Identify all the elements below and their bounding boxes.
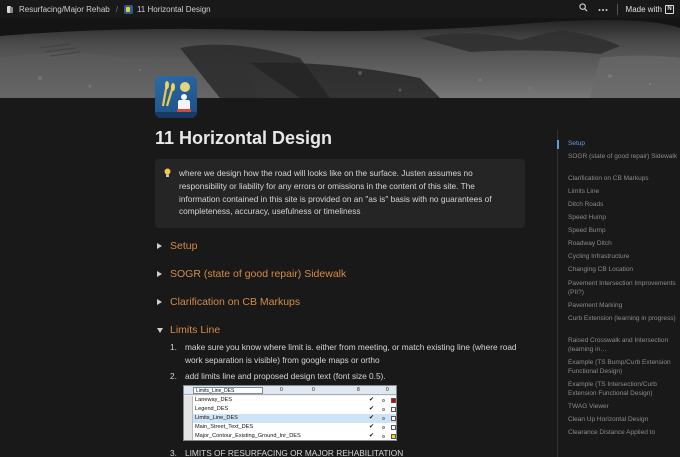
topbar-actions: Made with N xyxy=(571,3,680,15)
layer-row: Main_Street_Text_DES ✔ xyxy=(193,423,396,432)
page-title: 11 Horizontal Design xyxy=(155,128,333,148)
layer-row: Laneway_DES ✔ xyxy=(193,396,396,405)
sun-icon xyxy=(382,435,385,438)
sun-icon xyxy=(382,417,385,420)
toc-item-limits-line[interactable]: Limits Line xyxy=(568,188,678,197)
screenshot-sidebar xyxy=(184,396,193,440)
check-icon: ✔ xyxy=(369,406,375,412)
toc-item-twag-viewer[interactable]: TWAG Viewer xyxy=(568,403,678,412)
toolbar-value: 0 xyxy=(312,387,315,393)
toc-item-changing-cb[interactable]: Changing CB Location xyxy=(568,266,678,275)
toggle-label: SOGR (state of good repair) Sidewalk xyxy=(170,268,347,280)
toggle-label: Limits Line xyxy=(170,324,221,336)
toc-item-cb-markups[interactable]: Clarification on CB Markups xyxy=(568,175,678,184)
toolbar-value: 0 xyxy=(386,387,389,393)
layer-combo: Limits_Line_DES xyxy=(193,387,263,394)
toc-item-pavement-marking[interactable]: Pavement Marking xyxy=(568,302,678,311)
workspace-icon xyxy=(7,5,13,13)
search-icon[interactable] xyxy=(578,3,590,15)
page-icon[interactable] xyxy=(155,76,197,118)
check-icon: ✔ xyxy=(369,424,375,430)
layer-row: Legend_DES ✔ xyxy=(193,405,396,414)
list-text: add limits line and proposed design text… xyxy=(185,371,386,381)
toc-item-sogr-sidewalk[interactable]: SOGR (state of good repair) Sidewalk xyxy=(568,153,678,162)
list-item: 3. LIMITS OF RESURFACING OR MAJOR REHABI… xyxy=(170,447,530,457)
toggle-label: Setup xyxy=(170,240,198,252)
toggle-sogr-sidewalk[interactable]: SOGR (state of good repair) Sidewalk xyxy=(157,268,346,280)
toc-track xyxy=(557,130,558,457)
toolbar-value: 8 xyxy=(357,387,360,393)
sun-icon xyxy=(382,426,385,429)
made-with-label: Made with xyxy=(625,4,662,14)
lightbulb-icon xyxy=(164,168,171,178)
check-icon: ✔ xyxy=(369,397,375,403)
toggle-arrow-icon[interactable] xyxy=(157,299,162,305)
toggle-setup[interactable]: Setup xyxy=(157,240,197,252)
breadcrumb-separator: / xyxy=(115,4,118,14)
cover-image xyxy=(0,18,680,98)
sun-icon xyxy=(382,408,385,411)
layer-name: Laneway_DES xyxy=(195,397,233,403)
toc-item-speed-hump[interactable]: Speed Hump xyxy=(568,214,678,223)
list-item: 1. make sure you know where limit is. ei… xyxy=(170,341,530,366)
breadcrumb-parent[interactable]: Resurfacing/Major Rehab xyxy=(19,5,110,14)
layer-row: Major_Contour_Existing_Ground_Inr_DES ✔ xyxy=(193,432,396,440)
layer-name: Main_Street_Text_DES xyxy=(195,424,254,430)
toc-item-ditch-roads[interactable]: Ditch Roads xyxy=(568,201,678,210)
check-icon: ✔ xyxy=(369,415,375,421)
toggle-arrow-icon[interactable] xyxy=(157,243,162,249)
more-icon[interactable] xyxy=(597,3,609,15)
notion-logo-icon: N xyxy=(665,4,674,14)
sun-icon xyxy=(382,399,385,402)
page-emoji-icon xyxy=(123,4,133,14)
layer-list: Laneway_DES ✔ Legend_DES ✔ Limits_Line_D… xyxy=(193,396,396,440)
toc-item-cycling[interactable]: Cycling Infrastructure xyxy=(568,253,678,262)
color-swatch xyxy=(391,407,396,412)
topbar-divider xyxy=(616,3,618,15)
toc-item-curb-extension[interactable]: Curb Extension (learning in progress) xyxy=(568,315,678,324)
layer-row-selected: Limits_Line_DES ✔ xyxy=(193,414,396,423)
layer-manager-screenshot: Limits_Line_DES 0 0 8 0 Laneway_DES ✔ Le… xyxy=(183,385,397,441)
list-item: 2. add limits line and proposed design t… xyxy=(170,370,530,383)
disclaimer-callout: where we design how the road will looks … xyxy=(155,159,525,228)
toggle-label: Clarification on CB Markups xyxy=(170,296,301,308)
toc-item-clean-up[interactable]: Clean Up Horizontal Design xyxy=(568,416,678,425)
check-icon: ✔ xyxy=(369,433,375,439)
toggle-cb-markups[interactable]: Clarification on CB Markups xyxy=(157,296,300,308)
list-text: LIMITS OF RESURFACING OR MAJOR REHABILIT… xyxy=(185,447,404,457)
toc-item-setup[interactable]: Setup xyxy=(557,140,678,149)
toc-item-example-ts-intersection[interactable]: Example (TS Intersection/Curb Extension … xyxy=(568,381,678,398)
toc-item-speed-bump[interactable]: Speed Bump xyxy=(568,227,678,236)
list-number: 1. xyxy=(170,342,177,352)
list-number: 2. xyxy=(170,371,177,381)
layer-name: Limits_Line_DES xyxy=(195,415,238,421)
layer-name: Legend_DES xyxy=(195,406,229,412)
top-bar: Resurfacing/Major Rehab / 11 Horizontal … xyxy=(0,0,680,18)
toc-item-pii[interactable]: Pavement Intersection Improvements (PII?… xyxy=(568,280,678,297)
toc-item-raised-crosswalk[interactable]: Raised Crosswalk and Intersection (learn… xyxy=(568,337,678,354)
color-swatch xyxy=(391,416,396,421)
callout-text: where we design how the road will looks … xyxy=(179,168,492,217)
toggle-arrow-open-icon[interactable] xyxy=(157,327,163,333)
toggle-arrow-icon[interactable] xyxy=(157,271,162,277)
toc-item-roadway-ditch[interactable]: Roadway Ditch xyxy=(568,240,678,249)
color-swatch xyxy=(391,434,396,439)
list-number: 3. xyxy=(170,447,177,457)
table-of-contents: Setup SOGR (state of good repair) Sidewa… xyxy=(557,130,680,457)
toolbar-value: 0 xyxy=(280,387,283,393)
toc-item-example-ts-bump[interactable]: Example (TS Bump/Curb Extension Function… xyxy=(568,359,678,376)
layer-name: Major_Contour_Existing_Ground_Inr_DES xyxy=(195,433,301,439)
toc-item-clearance-distance[interactable]: Clearance Distance Applied to xyxy=(568,429,678,438)
list-text: make sure you know where limit is. eithe… xyxy=(185,342,517,365)
color-swatch xyxy=(391,398,396,403)
screenshot-toolbar: Limits_Line_DES 0 0 8 0 xyxy=(184,386,396,395)
toggle-limits-line[interactable]: Limits Line xyxy=(157,324,220,336)
color-swatch xyxy=(391,425,396,430)
made-with-notion-button[interactable]: Made with N xyxy=(625,4,674,14)
breadcrumb-current[interactable]: 11 Horizontal Design xyxy=(137,5,211,14)
